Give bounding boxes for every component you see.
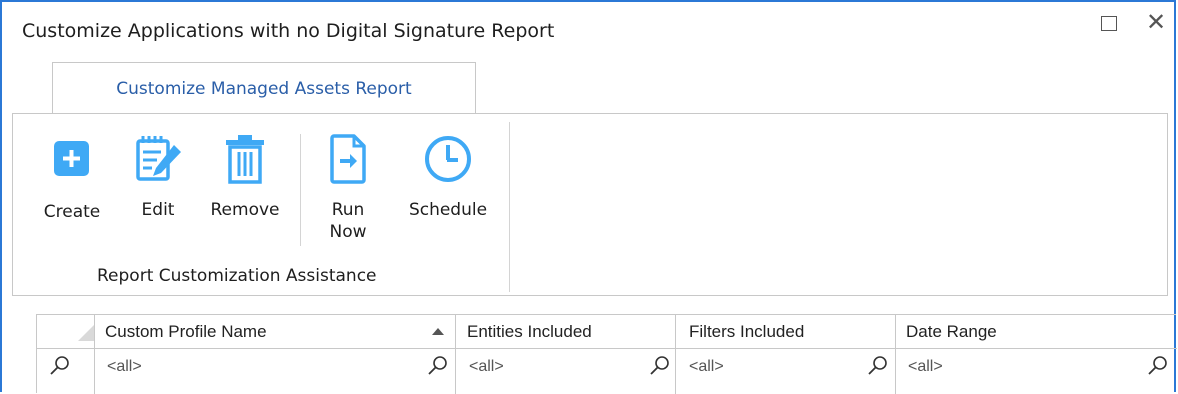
profiles-grid: Custom Profile Name Entities Included Fi… — [36, 314, 1177, 394]
run-now-button[interactable]: Run Now — [325, 133, 371, 243]
run-document-icon — [330, 134, 366, 184]
edit-notepad-icon — [136, 136, 181, 181]
maximize-icon[interactable] — [1101, 16, 1117, 31]
column-header-custom-profile-name[interactable]: Custom Profile Name — [105, 315, 267, 348]
search-icon[interactable] — [1147, 355, 1169, 377]
schedule-label: Schedule — [408, 200, 488, 220]
close-icon[interactable]: ✕ — [1146, 8, 1166, 36]
run-now-label-line1: Run — [331, 200, 365, 220]
plus-icon — [54, 141, 89, 176]
create-label: Create — [43, 202, 101, 222]
run-now-label-line2: Now — [329, 222, 367, 242]
remove-label: Remove — [210, 200, 280, 220]
filter-entities-included[interactable]: <all> — [469, 349, 504, 385]
clock-icon — [425, 136, 471, 182]
schedule-button[interactable]: Schedule — [398, 133, 498, 221]
window-title: Customize Applications with no Digital S… — [22, 20, 555, 42]
filter-filters-included[interactable]: <all> — [689, 349, 724, 385]
edit-button[interactable]: Edit — [130, 133, 186, 221]
tab-customize-managed-assets-report[interactable]: Customize Managed Assets Report — [52, 62, 476, 114]
remove-button[interactable]: Remove — [208, 133, 282, 221]
filter-row-search-icon — [50, 356, 69, 375]
column-header-filters-included[interactable]: Filters Included — [689, 315, 804, 348]
sort-ascending-icon — [432, 328, 444, 335]
ribbon-separator — [300, 134, 301, 246]
edit-label: Edit — [141, 200, 175, 220]
filter-date-range[interactable]: <all> — [908, 349, 943, 385]
filter-custom-profile-name[interactable]: <all> — [107, 349, 142, 385]
column-header-entities-included[interactable]: Entities Included — [467, 315, 592, 348]
search-icon[interactable] — [649, 355, 671, 377]
search-icon[interactable] — [867, 355, 889, 377]
ribbon-group-separator — [509, 122, 510, 292]
column-header-date-range[interactable]: Date Range — [906, 315, 997, 348]
create-button[interactable]: Create — [42, 138, 102, 223]
search-icon[interactable] — [427, 355, 449, 377]
trash-icon — [226, 135, 264, 184]
select-all-corner[interactable] — [78, 325, 94, 341]
ribbon-group-label: Report Customization Assistance — [97, 266, 377, 286]
